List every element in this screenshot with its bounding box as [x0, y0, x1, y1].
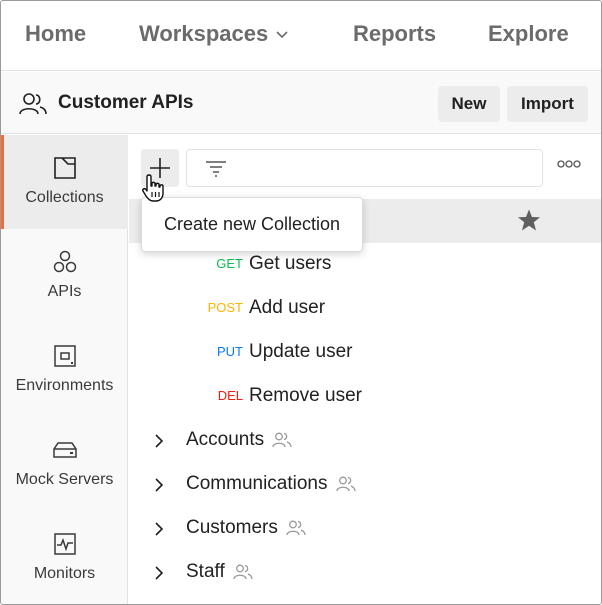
chevron-right-icon[interactable] [153, 477, 165, 493]
sidebar-item-label: Collections [25, 189, 104, 206]
collection-label: Customers [186, 517, 278, 538]
app-window: Home Workspaces Reports Explore Customer… [0, 0, 602, 605]
request-name: Add user [249, 297, 326, 318]
collection-icon [53, 157, 76, 179]
star-icon[interactable] [517, 208, 541, 232]
nav-home[interactable]: Home [25, 21, 86, 47]
method-badge: DEL [217, 388, 243, 403]
request-name: Remove user [249, 385, 362, 406]
collection-name: Accounts [186, 429, 292, 451]
workspace-header: Customer APIs New Import [1, 72, 601, 134]
sidebar: Collections APIs Environments Mock Serve… [1, 135, 128, 604]
chevron-right-icon[interactable] [153, 433, 165, 449]
chevron-right-icon[interactable] [153, 521, 165, 537]
tooltip: Create new Collection [141, 197, 363, 252]
hand-cursor-icon [142, 174, 164, 202]
nav-workspaces-label: Workspaces [139, 21, 269, 46]
collection-item-customers[interactable]: Customers [129, 507, 601, 551]
sidebar-item-environments[interactable]: Environments [1, 323, 128, 417]
chevron-right-icon[interactable] [153, 565, 165, 581]
sidebar-item-apis[interactable]: APIs [1, 229, 128, 323]
request-item[interactable]: POST Add user [129, 287, 601, 331]
collection-name: Staff [186, 561, 253, 583]
environment-icon [53, 345, 76, 367]
shared-team-icon [286, 520, 306, 536]
method-badge: GET [216, 256, 243, 271]
new-button[interactable]: New [438, 86, 500, 122]
sidebar-item-label: APIs [47, 283, 82, 300]
collection-label: Accounts [186, 429, 265, 450]
sidebar-item-collections[interactable]: Collections [1, 135, 128, 229]
workspace-title: Customer APIs [58, 92, 194, 113]
team-icon [19, 93, 47, 115]
import-button[interactable]: Import [507, 86, 588, 122]
collection-name: Communications [186, 473, 356, 495]
filter-input[interactable] [186, 149, 543, 187]
filter-icon [206, 161, 226, 177]
collection-label: Communications [186, 473, 328, 494]
chevron-down-icon [276, 31, 288, 39]
collection-item-communications[interactable]: Communications [129, 463, 601, 507]
nav-explore[interactable]: Explore [488, 21, 569, 47]
nav-reports[interactable]: Reports [353, 21, 436, 47]
top-nav: Home Workspaces Reports Explore [1, 1, 601, 71]
sidebar-item-label: Environments [15, 377, 114, 394]
shared-team-icon [233, 564, 253, 580]
more-options-icon[interactable] [557, 159, 581, 169]
monitor-icon [53, 533, 76, 555]
server-icon [52, 442, 77, 458]
method-badge: PUT [217, 344, 243, 359]
shared-team-icon [335, 476, 356, 492]
request-name: Get users [249, 253, 332, 274]
collection-item-staff[interactable]: Staff [129, 551, 601, 595]
sidebar-item-monitors[interactable]: Monitors [1, 511, 128, 604]
request-item[interactable]: PUT Update user [129, 331, 601, 375]
method-badge: POST [207, 300, 243, 315]
apis-icon [53, 250, 76, 273]
sidebar-item-label: Mock Servers [15, 471, 114, 488]
sidebar-item-mock-servers[interactable]: Mock Servers [1, 417, 128, 511]
collection-label: Staff [186, 561, 225, 582]
shared-team-icon [272, 432, 292, 448]
collection-name: Customers [186, 517, 306, 539]
request-item[interactable]: DEL Remove user [129, 375, 601, 419]
nav-workspaces[interactable]: Workspaces [139, 21, 288, 47]
collection-item-accounts[interactable]: Accounts [129, 419, 601, 463]
sidebar-item-label: Monitors [33, 565, 96, 582]
request-name: Update user [249, 341, 353, 362]
